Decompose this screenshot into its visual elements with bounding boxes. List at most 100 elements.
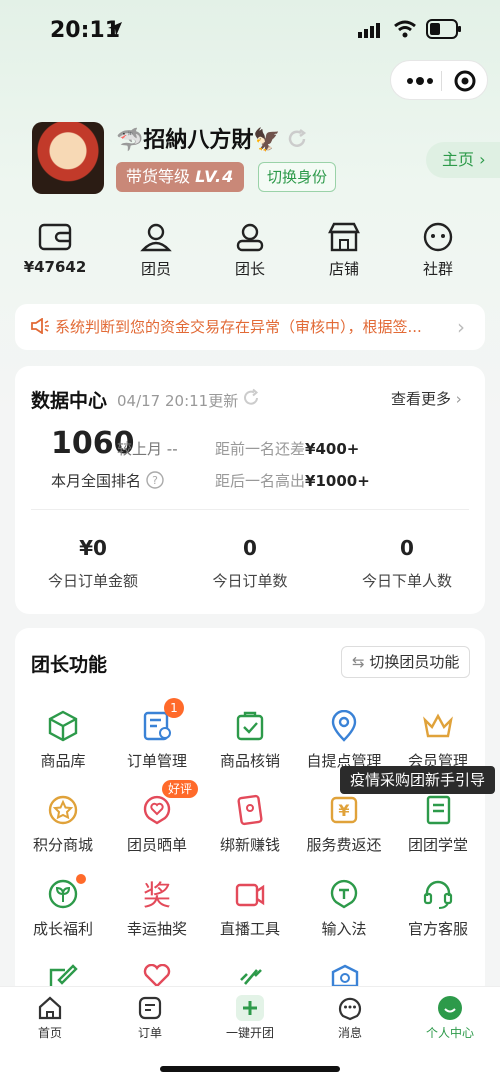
help-icon[interactable]: ? (146, 471, 164, 489)
chevron-right-icon: › (455, 390, 462, 408)
tool-input-method[interactable]: 输入法 (297, 878, 391, 939)
switch-member-tools-button[interactable]: ⇆ 切换团员功能 (341, 646, 471, 678)
leader-entry[interactable]: 团长 (215, 222, 285, 279)
tool-points-mall[interactable]: 积分商城 (16, 794, 110, 855)
guide-tooltip[interactable]: 疫情采购团新手引导 (340, 766, 496, 794)
swap-icon: ⇆ (352, 653, 365, 671)
red-envelope-icon (237, 794, 263, 826)
stat-order-count[interactable]: 0 今日订单数 (171, 536, 329, 591)
shop-entry[interactable]: 店铺 (309, 222, 379, 279)
view-more-link[interactable]: 查看更多 › (391, 388, 462, 409)
crown-icon (423, 713, 453, 738)
camera-icon (235, 883, 265, 907)
wallet-balance: ¥47642 (23, 258, 87, 276)
tab-label: 个人中心 (425, 1026, 474, 1040)
stat-label: 今日订单数 (212, 572, 288, 590)
tool-member-management[interactable]: 会员管理 (391, 710, 485, 771)
data-updated-time: 04/17 20:11更新 (117, 392, 239, 410)
miniprogram-capsule (390, 60, 488, 100)
tool-lucky-draw[interactable]: 奖 幸运抽奖 (110, 878, 204, 939)
leader-tools-title: 团长功能 (31, 654, 108, 676)
tool-product-verify[interactable]: 商品核销 (203, 710, 297, 771)
red-dot (76, 874, 86, 884)
shop-label: 店铺 (328, 260, 359, 278)
tool-label: 官方客服 (407, 920, 468, 938)
switch-role-button[interactable]: 切换身份 (258, 162, 337, 192)
stat-label: 今日下单人数 (361, 572, 452, 590)
behind-value: ¥1000+ (305, 472, 370, 490)
stat-value: ¥0 (79, 536, 107, 560)
community-entry[interactable]: 社群 (403, 222, 473, 279)
headset-icon (423, 880, 453, 909)
tool-bind-earn[interactable]: 绑新赚钱 (203, 794, 297, 855)
plus-icon (236, 995, 264, 1021)
leader-icon (236, 223, 264, 252)
heart-icon[interactable] (141, 964, 173, 986)
chevron-right-icon: › (457, 315, 465, 339)
tool-pickup-point[interactable]: 自提点管理 (297, 710, 391, 771)
homepage-button[interactable]: 主页 › (426, 142, 500, 178)
wallet-entry[interactable]: ¥47642 (15, 222, 95, 276)
prize-icon: 奖 (143, 879, 171, 910)
close-miniprogram-icon[interactable] (453, 69, 477, 93)
home-indicator (160, 1066, 340, 1072)
members-entry[interactable]: 团员 (121, 222, 191, 279)
tool-product-library[interactable]: 商品库 (16, 710, 110, 771)
tool-label: 积分商城 (32, 836, 93, 854)
location-arrow-icon (108, 22, 122, 36)
tool-label: 成长福利 (32, 920, 93, 938)
capsule-divider (441, 71, 442, 91)
edit-icon[interactable] (47, 964, 79, 986)
tool-label: 输入法 (321, 920, 367, 938)
tool-label: 服务费返还 (306, 836, 382, 854)
stat-order-amount[interactable]: ¥0 今日订单金额 (15, 536, 171, 591)
link-icon[interactable] (235, 964, 267, 986)
more-icon[interactable] (405, 73, 435, 89)
star-coin-icon (48, 795, 78, 825)
tool-customer-service[interactable]: 官方客服 (391, 878, 485, 939)
tool-member-showcase[interactable]: 团员晒单 好评 (110, 780, 204, 855)
svg-text:¥: ¥ (338, 801, 349, 820)
tab-start-group[interactable]: 一键开团 (200, 995, 300, 1041)
tool-label: 订单管理 (126, 752, 187, 770)
tab-home[interactable]: 首页 (0, 995, 100, 1041)
message-icon (338, 997, 362, 1021)
tool-label: 团团学堂 (407, 836, 468, 854)
ahead-label: 距前一名还差 (215, 440, 306, 458)
tool-order-management[interactable]: 订单管理 1 (110, 698, 204, 771)
tool-label: 绑新赚钱 (219, 836, 280, 854)
refresh-icon[interactable] (241, 388, 261, 408)
verify-bag-icon (236, 711, 264, 741)
avatar[interactable] (32, 122, 104, 194)
home-icon (38, 996, 62, 1020)
order-badge: 1 (164, 698, 184, 718)
box-icon (48, 710, 78, 742)
tool-growth-benefit[interactable]: 成长福利 (16, 874, 110, 939)
national-rank-label: 本月全国排名 ? (51, 470, 164, 491)
leader-label: 团长 (234, 260, 265, 278)
shield-icon[interactable] (329, 964, 361, 986)
chevron-right-icon: › (479, 150, 486, 169)
tool-label: 商品核销 (219, 752, 280, 770)
notice-bar[interactable]: 系统判断到您的资金交易存在异常（审核中），根据签... › (15, 304, 485, 350)
stat-buyer-count[interactable]: 0 今日下单人数 (329, 536, 485, 591)
tool-service-fee-refund[interactable]: ¥ 服务费返还 (297, 794, 391, 855)
divider (31, 509, 469, 510)
tool-academy[interactable]: 团团学堂 (391, 794, 485, 855)
book-icon (426, 795, 451, 825)
svg-text:奖: 奖 (143, 879, 171, 910)
behind-gap: 距后一名高出¥1000+ (215, 470, 370, 491)
wallet-icon (38, 223, 72, 251)
tab-messages[interactable]: 消息 (300, 995, 400, 1041)
member-icon (140, 223, 172, 252)
ahead-value: ¥400+ (305, 440, 360, 458)
tab-profile[interactable]: 个人中心 (400, 995, 500, 1041)
tool-live-stream[interactable]: 直播工具 (203, 878, 297, 939)
tool-label: 幸运抽奖 (126, 920, 187, 938)
tab-orders[interactable]: 订单 (100, 995, 200, 1041)
ahead-gap: 距前一名还差¥400+ (215, 438, 359, 459)
notice-text: 系统判断到您的资金交易存在异常（审核中），根据签... (55, 318, 422, 336)
refresh-icon[interactable] (286, 128, 308, 150)
yen-icon: ¥ (330, 796, 358, 824)
tab-label: 一键开团 (225, 1026, 274, 1040)
